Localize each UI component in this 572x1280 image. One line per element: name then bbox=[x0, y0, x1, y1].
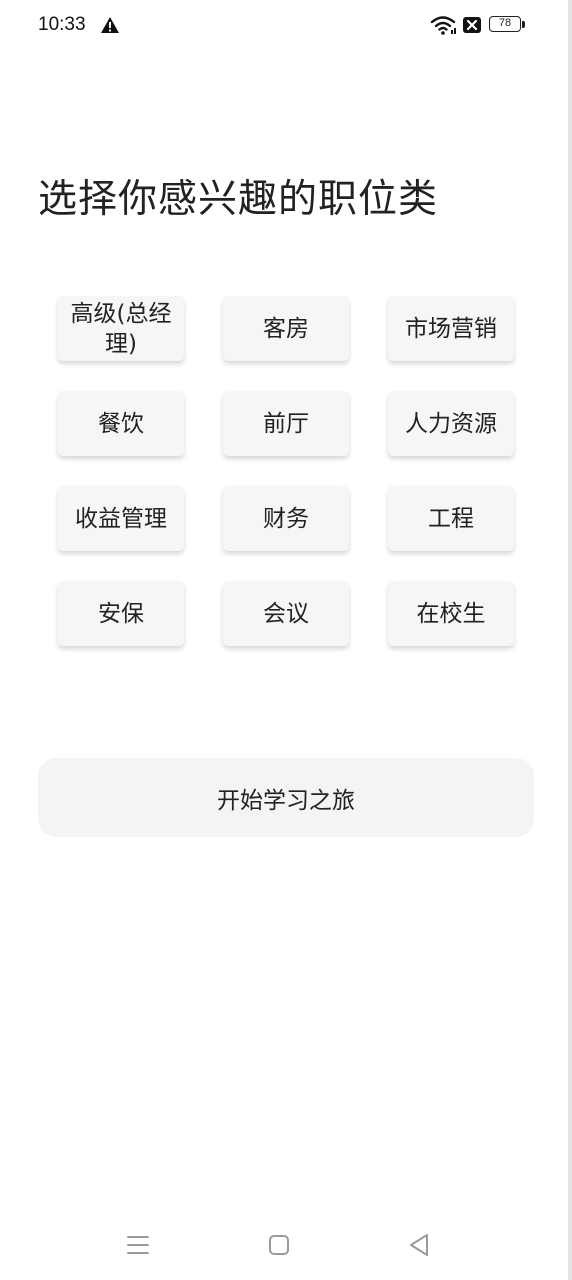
menu-icon[interactable] bbox=[126, 1234, 150, 1256]
category-finance[interactable]: 财务 bbox=[223, 486, 349, 551]
category-engineering[interactable]: 工程 bbox=[388, 486, 514, 551]
battery-tip bbox=[522, 21, 525, 28]
category-conference[interactable]: 会议 bbox=[223, 581, 349, 646]
status-time: 10:33 bbox=[38, 14, 86, 35]
status-bar: 10:33 78 bbox=[0, 0, 568, 52]
category-housekeeping[interactable]: 客房 bbox=[223, 296, 349, 361]
category-marketing[interactable]: 市场营销 bbox=[388, 296, 514, 361]
category-grid: 高级(总经理) 客房 市场营销 餐饮 前厅 人力资源 收益管理 财务 工程 安保… bbox=[58, 296, 514, 646]
start-learning-button[interactable]: 开始学习之旅 bbox=[38, 758, 534, 837]
sim-disabled-icon bbox=[463, 17, 481, 33]
category-front-office[interactable]: 前厅 bbox=[223, 391, 349, 456]
battery-icon: 78 bbox=[489, 15, 527, 35]
screen-edge bbox=[568, 0, 572, 1280]
page-title: 选择你感兴趣的职位类 bbox=[38, 177, 439, 222]
category-security[interactable]: 安保 bbox=[58, 581, 184, 646]
category-revenue-management[interactable]: 收益管理 bbox=[58, 486, 184, 551]
back-icon[interactable] bbox=[408, 1233, 430, 1257]
category-food-beverage[interactable]: 餐饮 bbox=[58, 391, 184, 456]
home-icon[interactable] bbox=[268, 1234, 290, 1256]
category-student[interactable]: 在校生 bbox=[388, 581, 514, 646]
battery-level: 78 bbox=[489, 16, 521, 32]
warning-icon bbox=[101, 17, 119, 33]
wifi-icon bbox=[430, 16, 456, 35]
category-human-resources[interactable]: 人力资源 bbox=[388, 391, 514, 456]
category-senior-gm[interactable]: 高级(总经理) bbox=[58, 296, 184, 361]
